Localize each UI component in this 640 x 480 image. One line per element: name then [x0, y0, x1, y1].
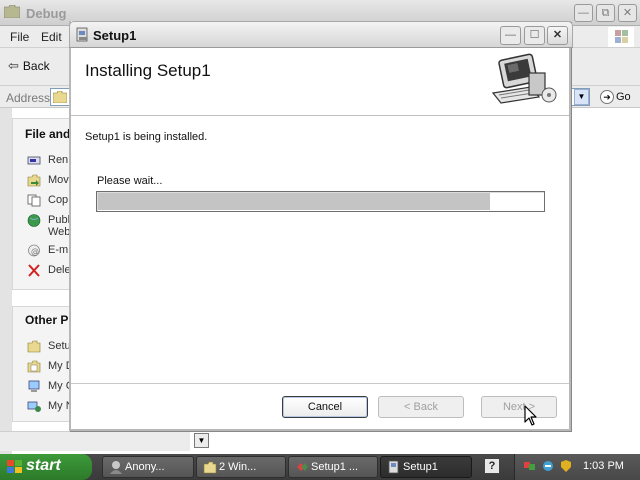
folder-group-icon: [203, 461, 217, 474]
anonymous-app-icon: [110, 461, 122, 474]
email-icon: @: [28, 244, 40, 257]
explorer-title: Debug: [26, 6, 67, 21]
start-label: start: [26, 457, 61, 474]
next-button-disabled[interactable]: Next >: [481, 396, 557, 418]
task-label: E-m: [48, 244, 69, 256]
file-tasks-panel: File and Ren Mov Cop Publ Web @ E-m Dele: [12, 118, 71, 290]
minimize-button[interactable]: —: [574, 4, 593, 22]
back-arrow-icon: ⇦: [8, 58, 19, 73]
task-windows-group[interactable]: 2 Win...: [196, 456, 286, 478]
setup-project-icon: [297, 463, 308, 471]
task-label: Setup1 ...: [311, 461, 359, 473]
tray-network-icon[interactable]: [523, 459, 537, 473]
svg-text:@: @: [31, 247, 39, 256]
place-label: Setu: [48, 340, 71, 352]
restore-button[interactable]: ⧉: [596, 4, 615, 22]
please-wait-text: Please wait...: [97, 175, 163, 187]
dialog-maximize-button[interactable]: ☐: [524, 26, 545, 45]
task-label: Anony...: [125, 461, 165, 473]
folder-icon: [53, 91, 67, 103]
address-label: Address: [6, 91, 51, 105]
go-arrow-icon: ➜: [600, 90, 614, 104]
tray-shield-icon[interactable]: [559, 459, 573, 473]
move-icon: [27, 174, 41, 187]
taskbar: start Anony... 2 Win... Setup1 ... Setup…: [0, 454, 640, 480]
task-label-line2: Web: [48, 226, 71, 238]
dialog-header: Installing Setup1: [71, 48, 569, 116]
dialog-close-button[interactable]: ✕: [547, 26, 568, 45]
install-progress-fill: [98, 193, 490, 210]
menu-edit[interactable]: Edit: [41, 30, 62, 44]
copy-icon: [27, 194, 41, 207]
explorer-side-strip: [0, 108, 12, 456]
file-tasks-header[interactable]: File and: [25, 127, 70, 141]
install-status-text: Setup1 is being installed.: [85, 131, 208, 143]
task-setup-project[interactable]: Setup1 ...: [288, 456, 378, 478]
task-label: Dele: [48, 264, 71, 276]
back-button-disabled[interactable]: < Back: [378, 396, 464, 418]
mouse-cursor-icon: [524, 405, 537, 426]
task-pane: File and Ren Mov Cop Publ Web @ E-m Dele…: [12, 108, 74, 456]
task-setup-installer[interactable]: Setup1: [380, 456, 472, 478]
back-button[interactable]: ⇦ Back: [8, 58, 50, 74]
dialog-footer-divider: [71, 383, 569, 384]
go-button[interactable]: ➜ Go: [600, 90, 631, 104]
task-label: Setup1: [403, 461, 438, 473]
system-tray: 1:03 PM: [514, 454, 640, 480]
dialog-title: Setup1: [93, 28, 137, 43]
publish-web-icon: [27, 214, 41, 227]
task-anonymous[interactable]: Anony...: [102, 456, 194, 478]
task-label: Cop: [48, 194, 69, 206]
delete-icon: [28, 264, 40, 277]
setup-installer-icon: [388, 460, 399, 474]
folder-icon: [4, 5, 20, 18]
other-places-header[interactable]: Other P: [25, 313, 68, 327]
my-computer-icon: [28, 380, 40, 392]
explorer-status-strip: [0, 431, 190, 451]
computer-install-icon: [491, 53, 557, 104]
dialog-titlebar[interactable]: Setup1 — ☐ ✕: [69, 21, 573, 48]
menu-file[interactable]: File: [10, 30, 29, 44]
task-label: Mov: [48, 174, 69, 186]
other-places-panel: Other P Setu My D My C My N: [12, 306, 74, 422]
my-network-icon: [27, 401, 41, 412]
setup-installer-icon: [76, 27, 88, 42]
go-label: Go: [616, 91, 631, 103]
tray-security-icon[interactable]: [541, 459, 555, 473]
my-documents-icon: [27, 360, 41, 373]
windows-logo-icon: [7, 460, 22, 473]
close-button[interactable]: ✕: [618, 4, 637, 22]
help-icon[interactable]: ?: [484, 458, 500, 474]
rename-icon: [27, 156, 41, 165]
dialog-minimize-button[interactable]: —: [500, 26, 521, 45]
dialog-heading: Installing Setup1: [85, 61, 211, 80]
back-label: Back: [22, 59, 50, 73]
setup-dialog: Setup1 — ☐ ✕ Installing Setup1 Setup1 is…: [69, 21, 573, 431]
task-label: Ren: [48, 154, 69, 166]
task-label: Publ: [48, 214, 71, 226]
cancel-button[interactable]: Cancel: [282, 396, 368, 418]
address-dropdown-button[interactable]: ▼: [574, 89, 589, 105]
taskbar-clock: 1:03 PM: [583, 460, 624, 472]
task-label: 2 Win...: [219, 461, 257, 473]
explorer-dropdown-button[interactable]: ▼: [194, 433, 209, 448]
install-progress-bar: [96, 191, 545, 212]
windows-flag-icon: [608, 27, 634, 47]
start-button[interactable]: start: [0, 454, 92, 480]
folder-icon: [27, 340, 41, 353]
